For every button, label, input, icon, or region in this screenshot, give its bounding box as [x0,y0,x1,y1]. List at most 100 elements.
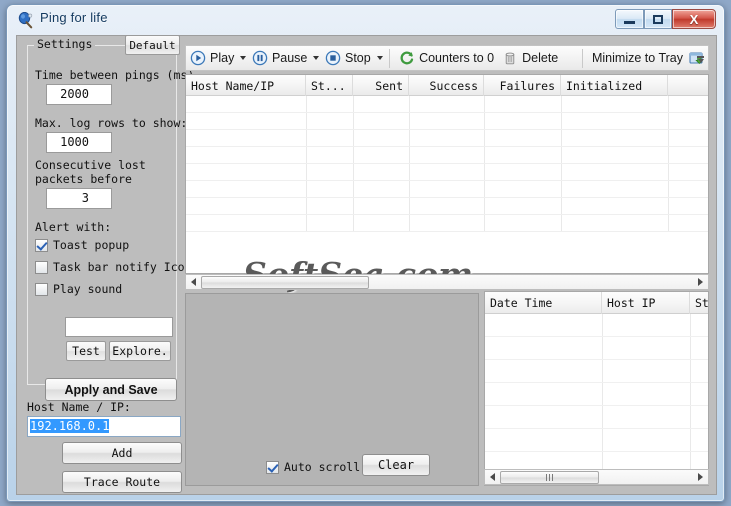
table-row[interactable] [485,360,708,383]
maximize-button[interactable] [644,9,672,29]
table-row[interactable] [485,406,708,429]
default-button[interactable]: Default [125,35,180,55]
table-row[interactable] [485,383,708,406]
column-header-sent[interactable]: Sent [353,75,409,96]
table-row[interactable] [186,96,708,113]
events-grid-scroll-thumb[interactable] [500,470,599,484]
hosts-grid[interactable]: Host Name/IP St... Sent Success Failures… [185,74,709,274]
cell-divider [561,181,562,197]
minimize-button[interactable] [615,9,644,29]
table-row[interactable] [186,130,708,147]
alert-play-sound-checkbox[interactable]: Play sound [35,281,122,297]
cell-divider [306,181,307,197]
auto-scroll-checkbox[interactable]: Auto scroll [266,459,360,475]
events-grid[interactable]: Date Time Host IP Stat [484,291,709,486]
time-between-pings-input[interactable]: 2000 [46,84,112,105]
pause-dropdown-button[interactable] [311,46,321,70]
cell-divider [409,130,410,146]
cell-divider [690,383,691,405]
table-row[interactable] [186,147,708,164]
sound-path-input[interactable] [65,317,173,337]
chevron-down-icon [240,56,247,60]
cell-divider [409,181,410,197]
cell-divider [668,164,669,180]
toolbar-overflow-chevron-icon[interactable] [695,52,706,66]
stop-button[interactable]: Stop [321,46,375,70]
apply-and-save-button[interactable]: Apply and Save [45,378,177,401]
host-name-input[interactable]: 192.168.0.1 [27,416,181,437]
delete-button[interactable]: Delete [498,46,562,70]
column-header-host-name-ip[interactable]: Host Name/IP [186,75,306,96]
column-header-success[interactable]: Success [409,75,484,96]
clear-log-button[interactable]: Clear [362,454,430,476]
play-button[interactable]: Play [186,46,238,70]
explore-sound-button[interactable]: Explore. [109,341,171,361]
table-row[interactable] [485,429,708,452]
chevron-down-icon [376,56,383,60]
cell-divider [306,113,307,129]
client-area: Settings Default Time between pings (ms)… [16,35,717,495]
table-row[interactable] [186,198,708,215]
table-row[interactable] [186,181,708,198]
counters-to-zero-label: Counters to 0 [419,51,495,65]
events-grid-hscrollbar[interactable] [484,469,709,485]
column-header-date-time[interactable]: Date Time [485,292,602,314]
cell-divider [690,314,691,336]
cell-divider [561,147,562,163]
consecutive-lost-input[interactable]: 3 [46,188,112,209]
test-sound-button[interactable]: Test [66,341,106,361]
cell-divider [690,406,691,428]
counters-to-zero-button[interactable]: Counters to 0 [395,46,498,70]
cell-divider [409,164,410,180]
host-name-value: 192.168.0.1 [30,419,110,433]
cell-divider [353,96,354,112]
max-log-rows-input[interactable]: 1000 [46,132,112,153]
cell-divider [668,198,669,214]
column-header-failures[interactable]: Failures [484,75,561,96]
trace-route-button[interactable]: Trace Route [62,471,182,493]
table-row[interactable] [485,337,708,360]
alert-toast-popup-checkbox[interactable]: Toast popup [35,237,129,253]
cell-divider [306,215,307,231]
host-name-label: Host Name / IP: [27,400,131,414]
cell-divider [306,147,307,163]
column-header-status[interactable]: St... [306,75,353,96]
cell-divider [306,164,307,180]
pause-button[interactable]: Pause [248,46,311,70]
close-button[interactable]: X [672,9,716,29]
consecutive-lost-label-line1: Consecutive lost [35,158,146,172]
play-dropdown-button[interactable] [238,46,248,70]
table-row[interactable] [485,314,708,337]
scroll-left-icon[interactable] [485,470,500,484]
cell-divider [602,383,603,405]
cell-divider [690,429,691,451]
cell-divider [561,96,562,112]
alert-toast-popup-label: Toast popup [53,238,130,252]
stop-icon [325,50,341,66]
cell-divider [668,181,669,197]
scroll-right-icon[interactable] [693,275,708,289]
add-host-button[interactable]: Add [62,442,182,464]
cell-divider [353,130,354,146]
stop-dropdown-button[interactable] [375,46,385,70]
table-row[interactable] [186,215,708,232]
scroll-right-icon[interactable] [693,470,708,484]
play-icon [190,50,206,66]
table-row[interactable] [186,113,708,130]
application-window: Ping for life X Settings Default Time be… [6,4,725,502]
max-log-rows-label: Max. log rows to show: [35,116,188,130]
column-header-status[interactable]: Stat [690,292,708,314]
title-bar[interactable]: Ping for life X [7,5,724,35]
hosts-grid-scroll-thumb[interactable] [201,275,369,289]
minimize-to-tray-button[interactable]: Minimize to Tray [588,46,708,70]
table-row[interactable] [186,164,708,181]
cell-divider [353,181,354,197]
cell-divider [602,314,603,336]
column-header-host-ip[interactable]: Host IP [602,292,690,314]
close-icon: X [689,11,699,27]
alert-taskbar-notify-checkbox[interactable]: Task bar notify Ico [35,259,185,275]
cell-divider [484,96,485,112]
column-header-initialized[interactable]: Initialized [561,75,668,96]
scroll-left-icon[interactable] [186,275,201,289]
hosts-grid-hscrollbar[interactable] [185,274,709,290]
